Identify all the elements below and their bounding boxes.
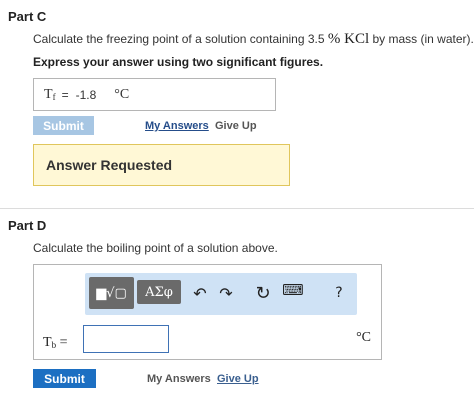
part-d-answer-input[interactable] xyxy=(83,325,169,353)
part-d-answer-symbol: Tb = xyxy=(43,335,68,350)
part-d-my-answers-link[interactable]: My Answers xyxy=(147,373,211,385)
section-divider xyxy=(0,208,474,209)
greek-symbols-button[interactable]: ΑΣφ xyxy=(137,280,181,304)
keyboard-icon[interactable]: ⌨ xyxy=(282,279,304,301)
math-toolbar: ▆√▢ ΑΣφ ↶ ↷ ↻ ⌨ ? xyxy=(85,273,357,315)
part-c-title: Part C xyxy=(8,9,47,24)
part-d-answer-unit: °C xyxy=(356,330,371,345)
part-c-question: Calculate the freezing point of a soluti… xyxy=(33,31,474,48)
part-c-question-math: % KCl xyxy=(327,31,370,47)
help-icon[interactable]: ? xyxy=(328,282,350,304)
part-c-give-up-link: Give Up xyxy=(215,120,257,132)
part-d-submit-button[interactable]: Submit xyxy=(33,369,96,388)
part-d-answer-equals: = xyxy=(59,335,68,350)
part-c-answer-value: -1.8 xyxy=(75,87,97,102)
undo-icon[interactable]: ↶ xyxy=(189,282,211,304)
templates-button[interactable]: ▆√▢ xyxy=(89,277,134,309)
part-d-give-up-link[interactable]: Give Up xyxy=(217,373,259,385)
part-c-answer-subscript: f xyxy=(52,91,56,102)
part-d-answer-workspace: ▆√▢ ΑΣφ ↶ ↷ ↻ ⌨ ? Tb = °C xyxy=(33,264,382,360)
part-d-title: Part D xyxy=(8,218,47,233)
part-c-answer-unit: °C xyxy=(114,86,130,102)
part-c-answer-box: Tf = -1.8 °C xyxy=(33,78,276,111)
redo-icon[interactable]: ↷ xyxy=(215,282,237,304)
part-d-question: Calculate the boiling point of a solutio… xyxy=(33,241,278,255)
part-c-my-answers-link[interactable]: My Answers xyxy=(145,120,209,132)
part-c-instruction: Express your answer using two significan… xyxy=(33,55,324,69)
part-d-answer-subscript: b xyxy=(51,340,57,350)
part-c-question-text: Calculate the freezing point of a soluti… xyxy=(33,32,325,46)
part-c-answer-equals: = xyxy=(61,87,69,102)
part-c-submit-button: Submit xyxy=(33,116,94,135)
part-c-question-suffix: by mass (in water). xyxy=(372,32,474,46)
answer-requested-banner: Answer Requested xyxy=(33,144,290,186)
part-c-answer-symbol: Tf xyxy=(44,86,56,102)
reset-icon[interactable]: ↻ xyxy=(252,282,274,304)
